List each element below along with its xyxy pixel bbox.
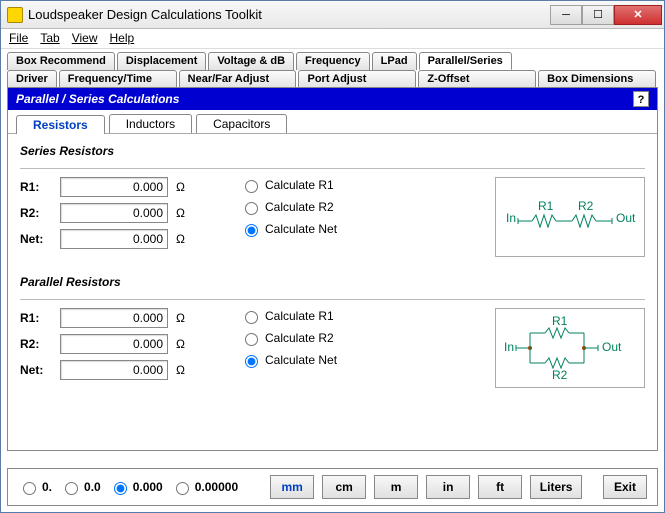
- tab-box-dimensions[interactable]: Box Dimensions: [538, 70, 656, 87]
- subtab-inductors[interactable]: Inductors: [109, 114, 192, 133]
- parallel-r2-input[interactable]: [60, 334, 168, 354]
- ohm-unit: Ω: [176, 232, 188, 246]
- unit-m-button[interactable]: m: [374, 475, 418, 499]
- series-calc-net-label: Calculate Net: [265, 222, 337, 236]
- precision-0[interactable]: [23, 482, 36, 495]
- app-window: Loudspeaker Design Calculations Toolkit …: [0, 0, 665, 513]
- series-calc-r2-radio[interactable]: [245, 202, 258, 215]
- parallel-calc-r2-label: Calculate R2: [265, 331, 334, 345]
- ohm-unit: Ω: [176, 180, 188, 194]
- ohm-unit: Ω: [176, 206, 188, 220]
- diag-r2-label: R2: [578, 199, 594, 213]
- series-title: Series Resistors: [20, 144, 645, 158]
- diag-out-label: Out: [616, 211, 636, 225]
- main-panel: Parallel / Series Calculations ? Resisto…: [7, 87, 658, 451]
- parallel-r1-input[interactable]: [60, 308, 168, 328]
- titlebar: Loudspeaker Design Calculations Toolkit …: [1, 1, 664, 29]
- series-calc-net-radio[interactable]: [245, 224, 258, 237]
- help-button[interactable]: ?: [633, 91, 649, 107]
- tab-port-adjust[interactable]: Port Adjust: [298, 70, 416, 87]
- tab-z-offset[interactable]: Z-Offset: [418, 70, 536, 87]
- diag-in-label: In: [504, 340, 514, 354]
- precision-3[interactable]: [176, 482, 189, 495]
- menubar: File Tab View Help: [1, 29, 664, 49]
- precision-3-label: 0.00000: [195, 480, 238, 494]
- tab-row-1: Box Recommend Displacement Voltage & dB …: [7, 52, 658, 70]
- maximize-button[interactable]: ☐: [582, 5, 614, 25]
- minimize-button[interactable]: ─: [550, 5, 582, 25]
- parallel-diagram: In R1 R2: [495, 308, 645, 388]
- menu-file[interactable]: File: [9, 31, 28, 46]
- precision-2-label: 0.000: [133, 480, 163, 494]
- tab-displacement[interactable]: Displacement: [117, 52, 207, 70]
- bottom-bar: 0. 0.0 0.000 0.00000 mm cm m in ft Liter…: [7, 468, 658, 506]
- precision-1[interactable]: [65, 482, 78, 495]
- menu-view[interactable]: View: [72, 31, 98, 46]
- parallel-net-input[interactable]: [60, 360, 168, 380]
- series-r2-input[interactable]: [60, 203, 168, 223]
- series-diagram: In R1 R2 Out: [495, 177, 645, 257]
- tab-box-recommend[interactable]: Box Recommend: [7, 52, 115, 70]
- series-r1-input[interactable]: [60, 177, 168, 197]
- tab-driver[interactable]: Driver: [7, 70, 57, 87]
- series-r1-label: R1:: [20, 180, 52, 194]
- precision-0-label: 0.: [42, 480, 52, 494]
- parallel-title: Parallel Resistors: [20, 275, 645, 289]
- parallel-calc-r1-label: Calculate R1: [265, 309, 334, 323]
- subtab-resistors[interactable]: Resistors: [16, 115, 105, 134]
- precision-1-label: 0.0: [84, 480, 101, 494]
- series-calc-r2-label: Calculate R2: [265, 200, 334, 214]
- unit-in-button[interactable]: in: [426, 475, 470, 499]
- precision-2[interactable]: [114, 482, 127, 495]
- parallel-calc-net-radio[interactable]: [245, 355, 258, 368]
- unit-cm-button[interactable]: cm: [322, 475, 366, 499]
- series-calc-r1-label: Calculate R1: [265, 178, 334, 192]
- ohm-unit: Ω: [176, 363, 188, 377]
- parallel-r2-label: R2:: [20, 337, 52, 351]
- subtab-capacitors[interactable]: Capacitors: [196, 114, 287, 133]
- menu-help[interactable]: Help: [110, 31, 135, 46]
- tab-frequency-time[interactable]: Frequency/Time: [59, 70, 177, 87]
- parallel-calc-r2-radio[interactable]: [245, 333, 258, 346]
- unit-liters-button[interactable]: Liters: [530, 475, 582, 499]
- window-title: Loudspeaker Design Calculations Toolkit: [28, 7, 550, 22]
- series-calc-r1-radio[interactable]: [245, 180, 258, 193]
- close-button[interactable]: ✕: [614, 5, 662, 25]
- diag-r1-label: R1: [552, 314, 568, 328]
- series-net-input[interactable]: [60, 229, 168, 249]
- exit-button[interactable]: Exit: [603, 475, 647, 499]
- unit-mm-button[interactable]: mm: [270, 475, 314, 499]
- tab-lpad[interactable]: LPad: [372, 52, 417, 70]
- panel-banner: Parallel / Series Calculations ?: [8, 88, 657, 110]
- subtab-row: Resistors Inductors Capacitors: [8, 110, 657, 134]
- parallel-calc-net-label: Calculate Net: [265, 353, 337, 367]
- parallel-r1-label: R1:: [20, 311, 52, 325]
- tab-row-2: Driver Frequency/Time Near/Far Adjust Po…: [7, 70, 658, 87]
- diag-r2-label: R2: [552, 368, 568, 382]
- unit-ft-button[interactable]: ft: [478, 475, 522, 499]
- parallel-calc-r1-radio[interactable]: [245, 311, 258, 324]
- tab-near-far-adjust[interactable]: Near/Far Adjust: [179, 70, 297, 87]
- series-net-label: Net:: [20, 232, 52, 246]
- diag-out-label: Out: [602, 340, 622, 354]
- tab-voltage-db[interactable]: Voltage & dB: [208, 52, 294, 70]
- parallel-net-label: Net:: [20, 363, 52, 377]
- divider: [20, 299, 645, 300]
- banner-title: Parallel / Series Calculations: [16, 92, 179, 106]
- series-r2-label: R2:: [20, 206, 52, 220]
- tab-frequency[interactable]: Frequency: [296, 52, 370, 70]
- diag-r1-label: R1: [538, 199, 554, 213]
- divider: [20, 168, 645, 169]
- app-icon: [7, 7, 23, 23]
- tab-parallel-series[interactable]: Parallel/Series: [419, 52, 512, 70]
- ohm-unit: Ω: [176, 311, 188, 325]
- diag-in-label: In: [506, 211, 516, 225]
- ohm-unit: Ω: [176, 337, 188, 351]
- menu-tab[interactable]: Tab: [40, 31, 59, 46]
